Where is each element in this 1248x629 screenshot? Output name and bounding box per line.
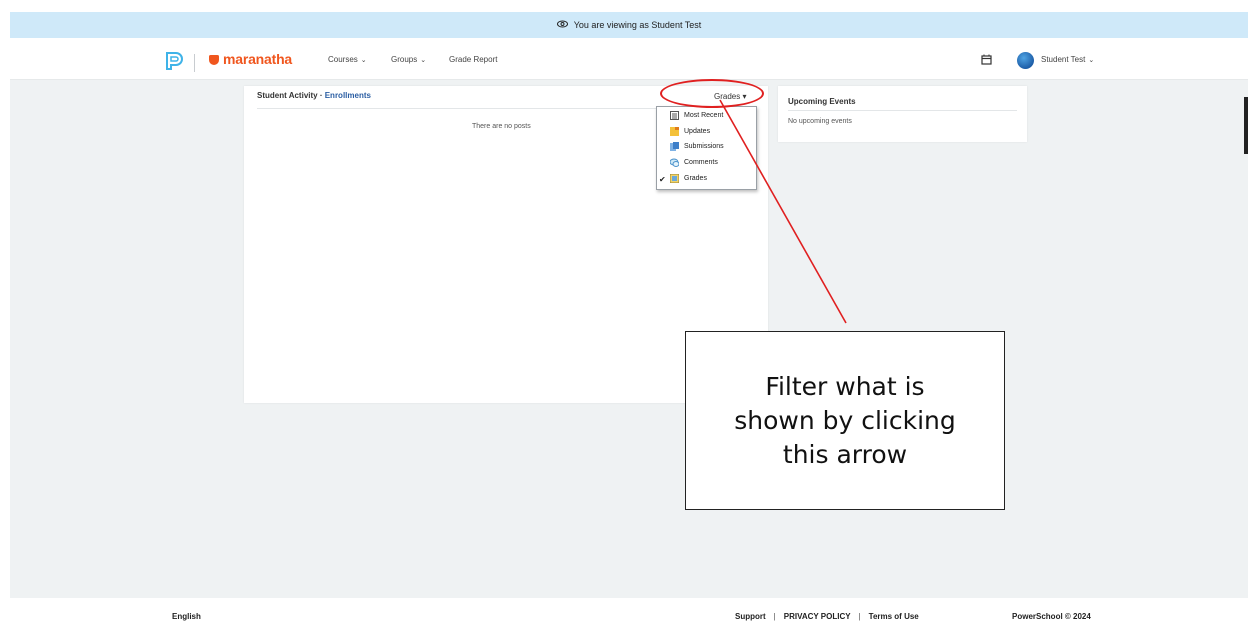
footer-links: Support | PRIVACY POLICY | Terms of Use bbox=[735, 612, 919, 621]
footer-separator: | bbox=[858, 612, 861, 621]
privacy-policy-link[interactable]: PRIVACY POLICY bbox=[784, 612, 851, 621]
callout-text: Filter what is shown by clicking this ar… bbox=[734, 371, 956, 469]
footer-separator: | bbox=[773, 612, 776, 621]
annotation-arrow-line bbox=[719, 99, 847, 324]
copyright: PowerSchool © 2024 bbox=[1012, 612, 1091, 621]
language-selector[interactable]: English bbox=[172, 612, 201, 621]
annotation-callout: Filter what is shown by clicking this ar… bbox=[685, 331, 1005, 510]
support-link[interactable]: Support bbox=[735, 612, 766, 621]
terms-of-use-link[interactable]: Terms of Use bbox=[869, 612, 919, 621]
